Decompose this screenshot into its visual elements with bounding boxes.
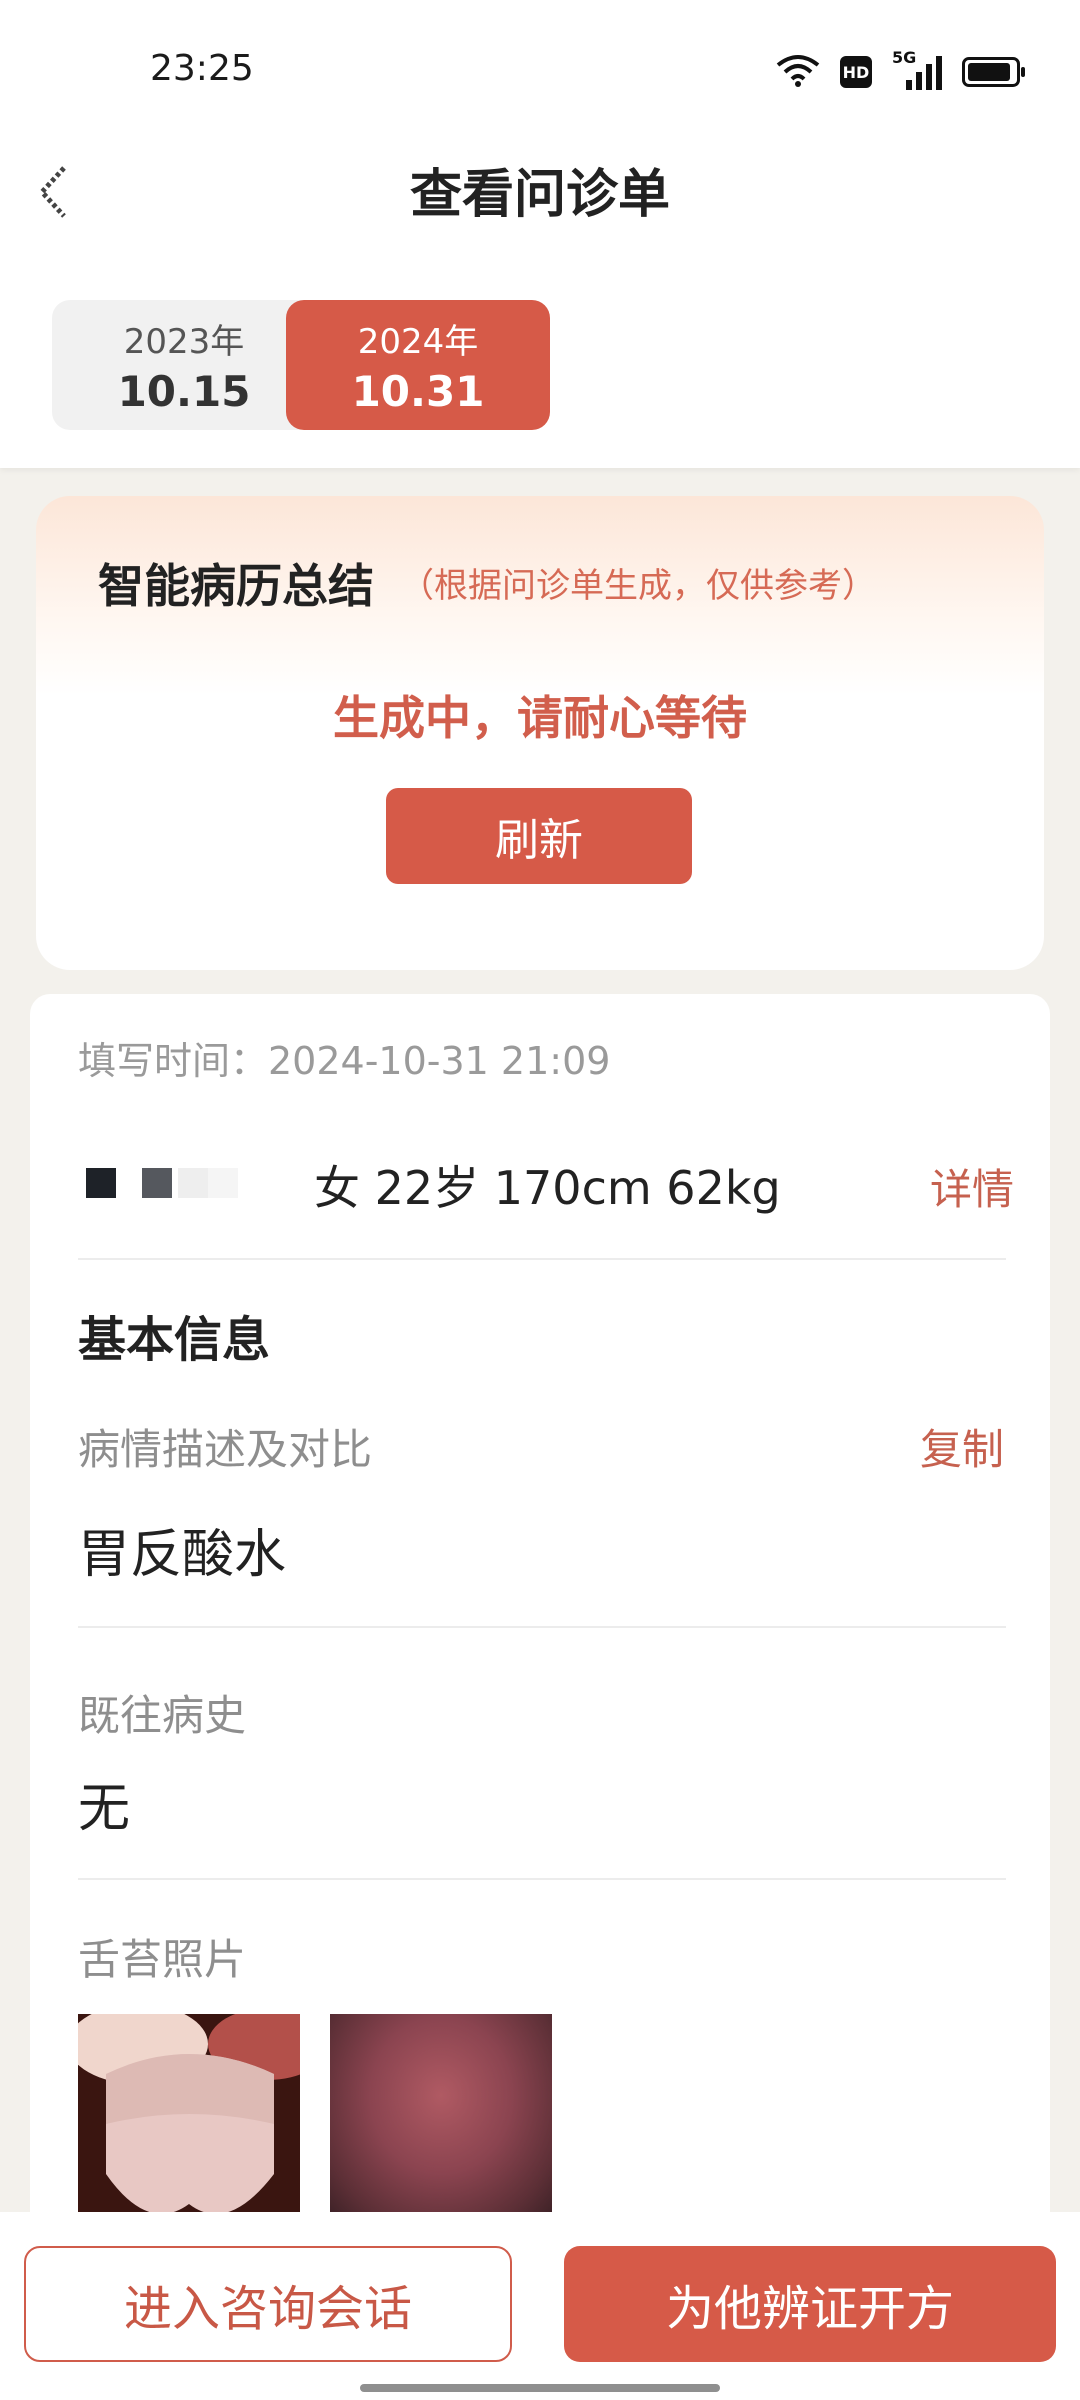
divider xyxy=(78,1258,1006,1260)
prescribe-button[interactable]: 为他辨证开方 xyxy=(564,2246,1056,2362)
bottom-action-bar: 进入咨询会话 为他辨证开方 xyxy=(0,2212,1080,2400)
date-tab-year: 2023年 xyxy=(123,322,245,362)
summary-hint: （根据问诊单生成，仅供参考） xyxy=(400,566,876,606)
generation-status: 生成中，请耐心等待 xyxy=(333,691,747,745)
signal-icon: 5G xyxy=(892,48,942,90)
date-tab-2024-10-31[interactable]: 2024年 10.31 xyxy=(286,300,550,430)
consultation-form-card: 填写时间：2024-10-31 21:09 女 22岁 170cm 62kg 详… xyxy=(30,994,1050,2400)
divider xyxy=(78,1878,1006,1880)
enter-consultation-button[interactable]: 进入咨询会话 xyxy=(24,2246,512,2362)
divider xyxy=(78,1626,1006,1628)
status-time: 23:25 xyxy=(150,48,254,89)
tongue-photo-label: 舌苔照片 xyxy=(78,1935,247,1984)
home-indicator[interactable] xyxy=(360,2384,720,2392)
patient-info: 女 22岁 170cm 62kg xyxy=(314,1161,781,1215)
header-area: 23:25 HD 5G 查看问诊单 2023年 10.15 2024年 10.3… xyxy=(0,0,1080,468)
condition-value: 胃反酸水 xyxy=(78,1525,287,1585)
date-tab-date: 10.31 xyxy=(351,367,485,416)
date-tab-2023-10-15[interactable]: 2023年 10.15 xyxy=(52,300,316,430)
history-value: 无 xyxy=(78,1779,131,1839)
page-title: 查看问诊单 xyxy=(409,165,670,225)
summary-title: 智能病历总结 xyxy=(98,559,374,613)
tongue-photo-1[interactable] xyxy=(78,2014,300,2218)
detail-link[interactable]: 详情 xyxy=(930,1156,1014,1217)
patient-name-redacted xyxy=(78,1168,238,1198)
status-bar: 23:25 HD 5G xyxy=(0,0,1080,140)
date-tab-year: 2024年 xyxy=(357,322,479,362)
smart-summary-card: 智能病历总结 （根据问诊单生成，仅供参考） 生成中，请耐心等待 刷新 xyxy=(36,496,1044,970)
patient-row: 女 22岁 170cm 62kg 详情 xyxy=(78,1132,1024,1242)
history-label: 既往病史 xyxy=(78,1691,247,1740)
condition-label: 病情描述及对比 xyxy=(78,1425,373,1474)
refresh-button[interactable]: 刷新 xyxy=(386,788,692,884)
hd-icon: HD xyxy=(840,56,872,88)
wifi-icon xyxy=(776,53,820,91)
date-tab-date: 10.15 xyxy=(117,367,251,416)
status-icons: HD 5G xyxy=(776,48,1025,92)
copy-button[interactable]: 复制 xyxy=(920,1416,1004,1477)
battery-icon xyxy=(962,57,1025,87)
section-title-basic-info: 基本信息 xyxy=(78,1312,271,1368)
fill-time: 填写时间：2024-10-31 21:09 xyxy=(78,1039,611,1083)
tongue-photo-2[interactable] xyxy=(330,2014,552,2218)
